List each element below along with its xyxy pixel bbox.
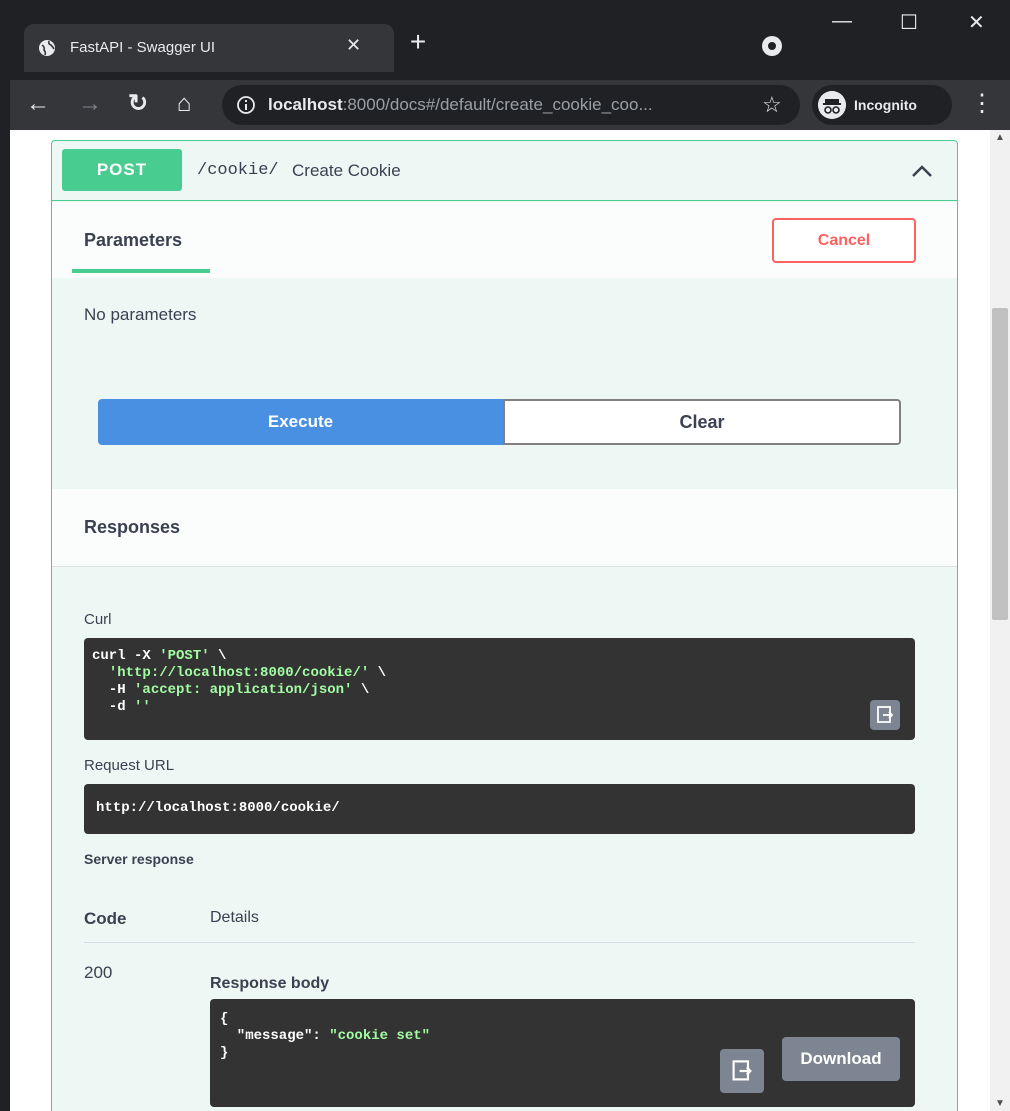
- request-url-label: Request URL: [84, 757, 175, 774]
- response-body-block: { "message": "cookie set" } Download: [210, 999, 915, 1107]
- parameters-header: Parameters Cancel: [52, 202, 957, 278]
- window-frame: [0, 0, 10, 1111]
- column-details: Details: [210, 909, 259, 926]
- chevron-up-icon[interactable]: [908, 157, 936, 185]
- execute-button[interactable]: Execute: [98, 399, 503, 445]
- url-text[interactable]: localhost:8000/docs#/default/create_cook…: [268, 95, 758, 115]
- method-badge: POST: [62, 149, 182, 191]
- download-button[interactable]: Download: [782, 1037, 900, 1081]
- response-status-code: 200: [84, 963, 113, 982]
- responses-header: Responses: [52, 489, 957, 567]
- browser-menu-icon[interactable]: ⋮: [970, 89, 994, 118]
- curl-code: curl -X 'POST' \ 'http://localhost:8000/…: [92, 648, 387, 715]
- tab-title: FastAPI - Swagger UI: [70, 39, 216, 56]
- forward-button[interactable]: →: [74, 88, 106, 120]
- response-body-label: Response body: [210, 975, 330, 992]
- scroll-down-arrow-icon[interactable]: ▼: [995, 1098, 1005, 1109]
- tab-close-icon[interactable]: ✕: [346, 35, 361, 56]
- no-parameters-text: No parameters: [84, 305, 197, 324]
- incognito-indicator[interactable]: Incognito: [812, 85, 952, 125]
- scroll-up-arrow-icon[interactable]: ▲: [995, 132, 1005, 143]
- browser-titlebar: FastAPI - Swagger UI ✕ + — ☐ ✕: [0, 0, 1010, 80]
- request-url-text: http://localhost:8000/cookie/: [96, 800, 340, 816]
- home-button[interactable]: ⌂: [168, 88, 200, 120]
- address-bar[interactable]: localhost:8000/docs#/default/create_cook…: [222, 85, 800, 125]
- server-response-label: Server response: [84, 851, 194, 867]
- close-window-button[interactable]: ✕: [968, 10, 985, 35]
- url-path: :8000/docs#/default/create_cookie_coo...: [342, 95, 653, 114]
- parameters-tab-indicator: [72, 269, 210, 273]
- curl-code-block: curl -X 'POST' \ 'http://localhost:8000/…: [84, 638, 915, 740]
- operation-summary-text: Create Cookie: [292, 161, 401, 180]
- curl-label: Curl: [84, 611, 112, 628]
- operation-path: /cookie/: [197, 161, 279, 180]
- page-content: POST /cookie/ Create Cookie Parameters C…: [10, 130, 990, 1111]
- response-table-header: Code Details: [84, 897, 915, 943]
- reload-button[interactable]: ↻: [122, 88, 154, 120]
- maximize-button[interactable]: ☐: [900, 10, 918, 35]
- bookmark-star-icon[interactable]: ☆: [762, 92, 782, 118]
- copy-response-icon[interactable]: [720, 1049, 764, 1093]
- operation-summary[interactable]: POST /cookie/ Create Cookie: [52, 141, 957, 201]
- extension-icon[interactable]: [762, 36, 782, 56]
- incognito-icon: [818, 91, 846, 119]
- url-host: localhost: [268, 95, 343, 114]
- minimize-button[interactable]: —: [832, 10, 852, 33]
- back-button[interactable]: ←: [22, 88, 54, 120]
- globe-icon: [39, 40, 55, 56]
- browser-toolbar: ← → ↻ ⌂ localhost:8000/docs#/default/cre…: [0, 80, 1010, 130]
- request-url-block: http://localhost:8000/cookie/: [84, 784, 915, 834]
- response-body-code: { "message": "cookie set" }: [220, 1011, 431, 1061]
- column-code: Code: [84, 909, 127, 928]
- scrollbar-thumb[interactable]: [992, 308, 1008, 620]
- info-icon[interactable]: [236, 95, 256, 115]
- browser-tab[interactable]: FastAPI - Swagger UI ✕: [24, 24, 394, 72]
- parameters-tab[interactable]: Parameters: [84, 230, 182, 251]
- responses-title: Responses: [84, 517, 181, 537]
- operation-block: POST /cookie/ Create Cookie Parameters C…: [51, 140, 958, 1111]
- incognito-label: Incognito: [854, 97, 917, 113]
- new-tab-button[interactable]: +: [400, 24, 436, 60]
- clear-button[interactable]: Clear: [503, 399, 901, 445]
- vertical-scrollbar[interactable]: ▲ ▼: [990, 130, 1010, 1111]
- copy-to-clipboard-icon[interactable]: [870, 700, 900, 730]
- cancel-button[interactable]: Cancel: [772, 218, 916, 263]
